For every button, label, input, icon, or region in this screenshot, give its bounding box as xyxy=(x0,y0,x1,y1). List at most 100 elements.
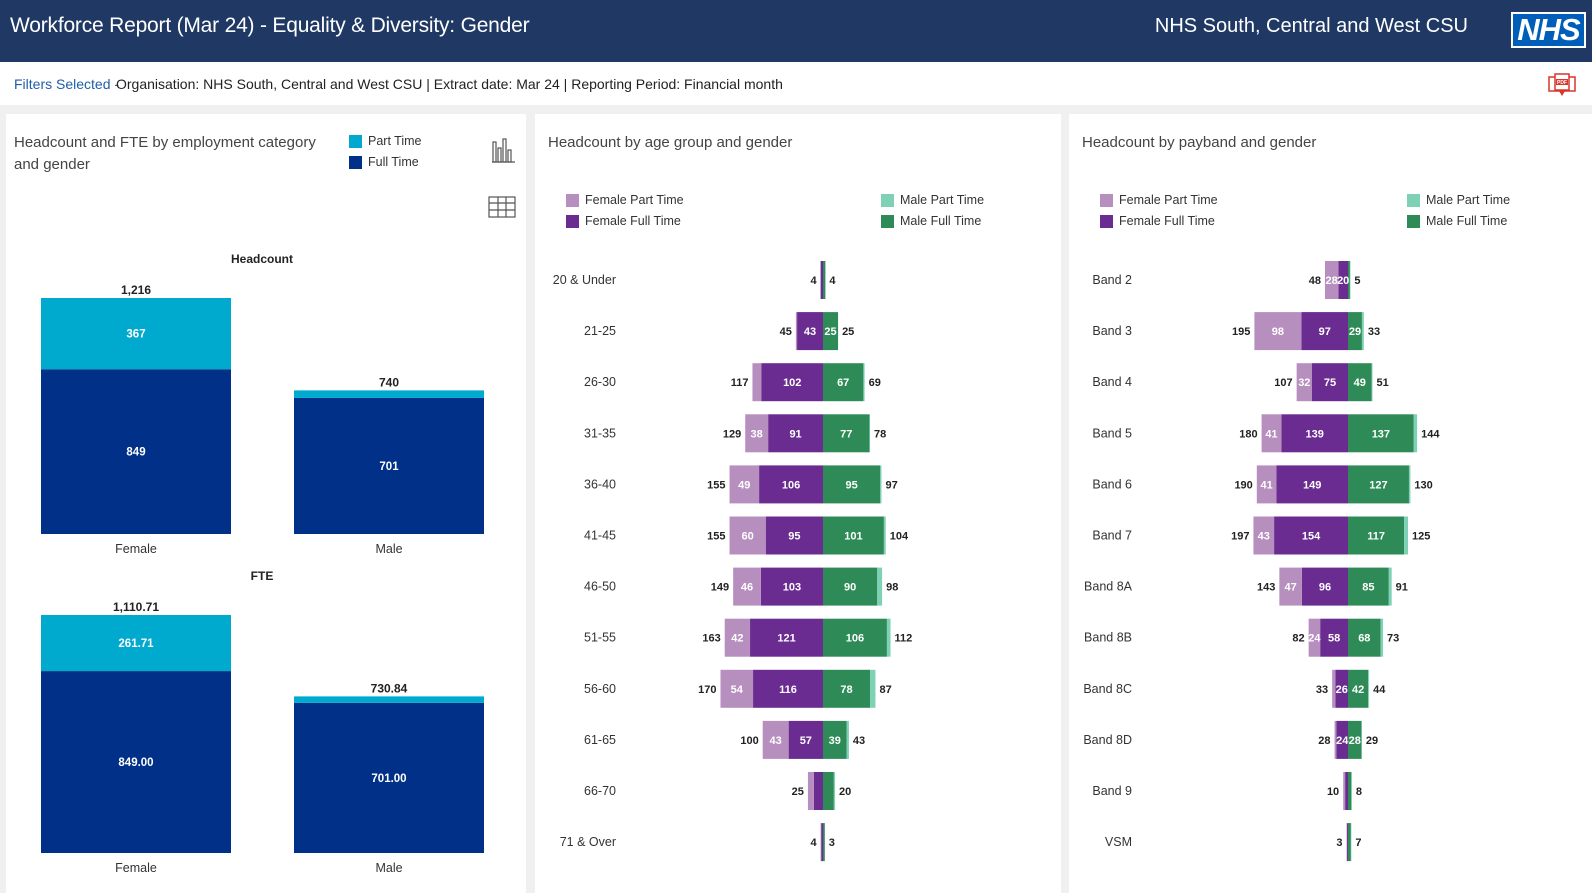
bar-label: 106 xyxy=(782,479,800,491)
total-label: 1,110.71 xyxy=(113,600,159,614)
bar-label: 90 xyxy=(844,582,856,594)
bar-male-part-time[interactable] xyxy=(1380,618,1384,657)
category-label: Male xyxy=(375,542,402,556)
bar-male-part-time[interactable] xyxy=(1368,669,1370,708)
bar-label: 101 xyxy=(844,531,862,543)
bar-female-part-time[interactable] xyxy=(795,312,798,351)
bar-label: 97 xyxy=(1319,326,1331,338)
category-label: Band 7 xyxy=(1092,529,1132,543)
bar-male-full-time[interactable] xyxy=(823,823,825,862)
chart-title: FTE xyxy=(251,569,274,583)
bar-label: 42 xyxy=(731,633,743,645)
category-label: 26-30 xyxy=(584,375,616,389)
bar-label: 39 xyxy=(829,735,841,747)
bar-male-part-time[interactable] xyxy=(880,465,882,504)
bar-female-part-time[interactable] xyxy=(807,772,814,810)
bar-male-part-time[interactable] xyxy=(1361,312,1364,351)
bar-label: 261.71 xyxy=(118,638,154,650)
bar-label: 98 xyxy=(1272,326,1284,338)
bar-male-full-time[interactable] xyxy=(1348,772,1352,810)
bar-label: 116 xyxy=(779,684,797,696)
category-label: 66-70 xyxy=(584,784,616,798)
category-label: Band 5 xyxy=(1092,426,1132,440)
female-total-label: 28 xyxy=(1318,735,1330,747)
filters-selected-label[interactable]: Filters Selected - xyxy=(14,76,119,92)
category-label: 46-50 xyxy=(584,580,616,594)
bar-male-part-time[interactable] xyxy=(1413,414,1418,453)
bar-male-part-time[interactable] xyxy=(869,414,871,453)
category-label: Band 8C xyxy=(1083,682,1132,696)
employment-category-charts: Headcount 849 367 1,216 Female 701 740 Male FTE 8… xyxy=(41,252,484,875)
bar-female-full-time[interactable] xyxy=(813,772,823,810)
male-total-label: 91 xyxy=(1396,582,1408,594)
bar-female-part-time[interactable] xyxy=(820,823,822,862)
svg-text:PDF: PDF xyxy=(1557,80,1567,86)
male-total-label: 33 xyxy=(1368,326,1380,338)
bar-label: 103 xyxy=(783,582,801,594)
bar-male-part-time[interactable] xyxy=(863,363,865,402)
bar-male-full-time[interactable] xyxy=(823,772,834,810)
nhs-logo: NHS xyxy=(1511,12,1586,48)
category-label: Band 9 xyxy=(1092,784,1132,798)
bar-female-full-time[interactable] xyxy=(820,261,823,299)
bar-male-full-time[interactable] xyxy=(1348,823,1351,862)
female-total-label: 149 xyxy=(711,582,729,594)
bar-label: 28 xyxy=(1349,735,1361,747)
bar-label: 102 xyxy=(783,377,801,389)
bar-male-part-time[interactable] xyxy=(883,516,886,555)
bar-female-full-time[interactable] xyxy=(1345,772,1348,810)
chart-title: Headcount xyxy=(231,252,293,266)
male-total-label: 7 xyxy=(1355,837,1361,849)
bar-female-part-time[interactable] xyxy=(752,363,762,402)
category-label: 56-60 xyxy=(584,682,616,696)
bar-male-part-time[interactable] xyxy=(1408,465,1411,504)
bar-label: 67 xyxy=(837,377,849,389)
panel-age-group: Headcount by age group and gender Female… xyxy=(535,114,1061,893)
bar-label: 139 xyxy=(1305,428,1323,440)
category-label: Band 8D xyxy=(1083,733,1132,747)
bar-male-part-time[interactable] xyxy=(846,720,849,759)
bar-part-time[interactable] xyxy=(294,696,484,703)
male-total-label: 125 xyxy=(1412,531,1430,543)
male-total-label: 104 xyxy=(890,531,909,543)
bar-female-full-time[interactable] xyxy=(821,823,823,862)
total-label: 730.84 xyxy=(371,681,408,695)
organisation-name: NHS South, Central and West CSU xyxy=(1154,15,1468,37)
bar-label: 41 xyxy=(1265,428,1277,440)
bar-label: 49 xyxy=(738,479,750,491)
bar-female-full-time[interactable] xyxy=(1347,823,1348,862)
bar-female-part-time[interactable] xyxy=(1343,772,1346,810)
male-total-label: 5 xyxy=(1354,275,1360,287)
female-total-label: 190 xyxy=(1234,479,1252,491)
panel-employment-category: Headcount and FTE by employment category… xyxy=(6,114,526,893)
bar-part-time[interactable] xyxy=(294,390,484,398)
category-label: Band 8B xyxy=(1084,631,1132,645)
bar-label: 75 xyxy=(1324,377,1336,389)
bar-male-part-time[interactable] xyxy=(877,567,883,606)
bar-label: 24 xyxy=(1308,633,1321,645)
top-header: Workforce Report (Mar 24) - Equality & D… xyxy=(0,0,1592,62)
pdf-export-icon[interactable]: PDF xyxy=(1548,72,1576,98)
bar-male-full-time[interactable] xyxy=(823,261,826,299)
bar-label: 77 xyxy=(840,428,852,440)
bar-male-part-time[interactable] xyxy=(1371,363,1373,402)
category-label: Band 3 xyxy=(1092,324,1132,338)
bar-label: 26 xyxy=(1336,684,1348,696)
male-total-label: 73 xyxy=(1387,633,1399,645)
bar-male-part-time[interactable] xyxy=(886,618,891,657)
bar-label: 29 xyxy=(1349,326,1361,338)
bar-male-part-time[interactable] xyxy=(870,669,876,708)
bar-label: 68 xyxy=(1358,633,1370,645)
bar-male-part-time[interactable] xyxy=(1404,516,1408,555)
category-label: 36-40 xyxy=(584,477,616,491)
male-total-label: 51 xyxy=(1376,377,1388,389)
bar-male-part-time[interactable] xyxy=(1388,567,1392,606)
bar-label: 49 xyxy=(1354,377,1366,389)
bar-label: 91 xyxy=(789,428,801,440)
male-total-label: 43 xyxy=(853,735,865,747)
bar-male-part-time[interactable] xyxy=(833,772,836,810)
bar-label: 121 xyxy=(777,633,795,645)
category-label: 41-45 xyxy=(584,529,616,543)
bar-label: 28 xyxy=(1326,275,1338,287)
female-total-label: 155 xyxy=(707,531,725,543)
